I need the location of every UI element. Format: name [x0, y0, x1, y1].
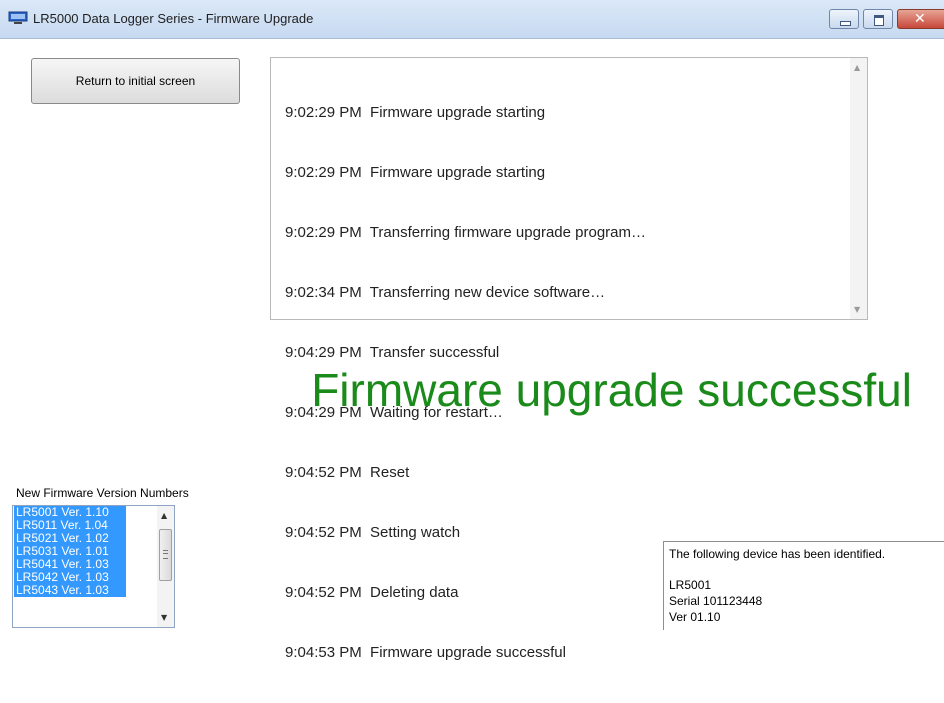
log-line: 9:04:29 PM Transfer successful: [285, 344, 500, 361]
device-identified-heading: The following device has been identified…: [669, 547, 886, 561]
scroll-up-arrow-icon[interactable]: ▲: [854, 63, 860, 72]
maximize-button[interactable]: [863, 9, 893, 29]
log-line: 9:04:52 PM Setting watch: [285, 524, 461, 541]
list-item[interactable]: LR5043 Ver. 1.03: [14, 584, 126, 597]
log-textarea[interactable]: 9:02:29 PM Firmware upgrade starting 9:0…: [270, 57, 868, 661]
grip-icon: [163, 550, 168, 559]
log-line: 9:02:29 PM Transferring firmware upgrade…: [285, 224, 646, 241]
log-line: 9:02:29 PM Firmware upgrade starting: [285, 104, 546, 121]
device-info-panel: The following device has been identified…: [663, 541, 944, 630]
device-model: LR5001: [669, 578, 712, 592]
log-line: 9:02:34 PM Transferring new device softw…: [285, 284, 606, 301]
title-bar: LR5000 Data Logger Series - Firmware Upg…: [0, 0, 944, 39]
upgrade-status-message: Firmware upgrade successful: [311, 364, 912, 416]
log-scrollbar[interactable]: ▲ ▼: [850, 58, 867, 319]
log-line: 9:04:52 PM Deleting data: [285, 584, 459, 601]
device-serial: Serial 101123448: [669, 594, 763, 608]
scroll-down-arrow-icon[interactable]: ▼: [854, 305, 860, 314]
log-line: 9:04:53 PM Firmware upgrade successful: [285, 644, 566, 661]
scrollbar-thumb[interactable]: [159, 529, 172, 581]
close-icon: ✕: [914, 11, 926, 27]
log-line: 9:02:29 PM Firmware upgrade starting: [285, 164, 546, 181]
return-to-initial-screen-button[interactable]: Return to initial screen: [31, 58, 240, 104]
close-button[interactable]: ✕: [897, 9, 944, 29]
firmware-list-scrollbar[interactable]: ▲ ▼: [157, 506, 174, 627]
firmware-versions-label: New Firmware Version Numbers: [16, 486, 189, 500]
scroll-up-arrow-icon[interactable]: ▲: [161, 511, 167, 520]
log-line: 9:04:52 PM Reset: [285, 464, 410, 481]
device-version: Ver 01.10: [669, 610, 721, 624]
minimize-button[interactable]: [829, 9, 859, 29]
firmware-versions-listbox[interactable]: LR5001 Ver. 1.10 LR5011 Ver. 1.04 LR5021…: [12, 505, 175, 628]
minimize-icon: [840, 21, 851, 26]
scroll-down-arrow-icon[interactable]: ▼: [161, 613, 167, 622]
window-title: LR5000 Data Logger Series - Firmware Upg…: [33, 11, 314, 26]
maximize-icon: [874, 15, 884, 26]
computer-monitor-icon: [8, 11, 28, 24]
